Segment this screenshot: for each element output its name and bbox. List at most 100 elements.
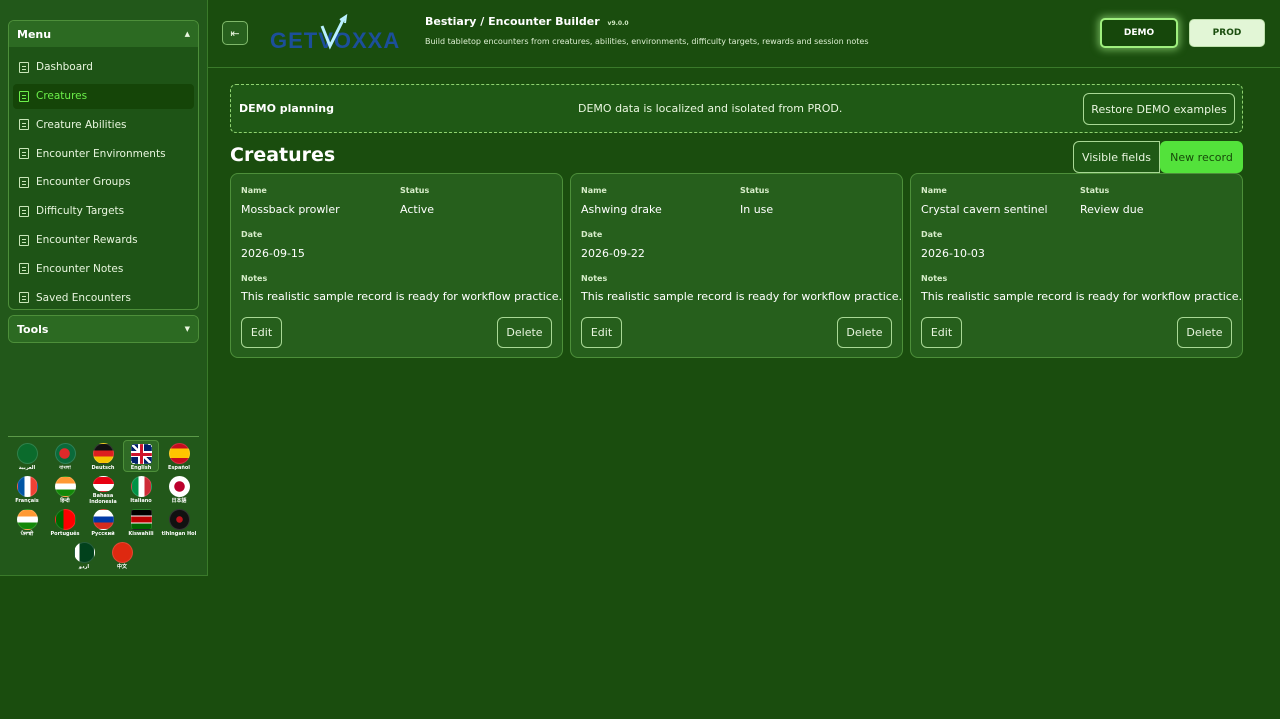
date-label: Date — [921, 230, 943, 239]
name-label: Name — [581, 186, 607, 195]
sidebar-item-label: Encounter Groups — [36, 176, 131, 189]
record-name: Crystal cavern sentinel — [921, 203, 1048, 216]
language-italian[interactable]: Italiano — [123, 473, 159, 505]
record-name: Mossback prowler — [241, 203, 340, 216]
document-icon — [19, 90, 29, 102]
record-date: 2026-10-03 — [921, 247, 985, 260]
record-date: 2026-09-22 — [581, 247, 645, 260]
notes-label: Notes — [581, 274, 608, 283]
demo-notice-banner: DEMO planning DEMO data is localized and… — [230, 84, 1243, 133]
collapse-sidebar-button[interactable]: ⇤ — [222, 21, 248, 45]
version-badge: v9.0.0 — [607, 20, 629, 27]
document-icon — [19, 61, 29, 73]
record-card: Name Status Ashwing drake In use Date 20… — [570, 173, 903, 358]
sidebar-item-dashboard[interactable]: Dashboard — [13, 55, 194, 80]
tools-panel-header[interactable]: Tools ▼ — [9, 316, 198, 342]
date-label: Date — [581, 230, 603, 239]
language-french[interactable]: Français — [9, 473, 45, 505]
new-record-button[interactable]: New record — [1160, 141, 1243, 173]
china-flag-icon — [111, 542, 133, 563]
kenya-flag-icon — [130, 509, 152, 530]
sidebar-item-encounter-environments[interactable]: Encounter Environments — [13, 141, 194, 166]
page-title: Creatures — [230, 144, 336, 166]
app-title-text: Bestiary / Encounter Builder — [425, 15, 600, 28]
document-icon — [19, 176, 29, 188]
name-label: Name — [921, 186, 947, 195]
language-klingon[interactable]: tlhIngan Hol — [161, 506, 197, 538]
edit-button[interactable]: Edit — [921, 317, 962, 348]
sidebar-item-label: Dashboard — [36, 61, 93, 74]
getvoxxa-logo: GETVOXXA — [270, 14, 400, 53]
sidebar-item-difficulty-targets[interactable]: Difficulty Targets — [13, 199, 194, 224]
chevron-up-icon: ▲ — [184, 30, 190, 38]
record-notes: This realistic sample record is ready fo… — [581, 290, 903, 303]
sidebar-item-encounter-rewards[interactable]: Encounter Rewards — [13, 228, 194, 253]
language-hindi[interactable]: हिन्दी — [47, 473, 83, 505]
language-indonesian[interactable]: Bahasa Indonesia — [85, 473, 121, 505]
document-icon — [19, 148, 29, 160]
logo-text: GETVOXXA — [270, 28, 400, 53]
language-urdu[interactable]: اردو — [66, 539, 102, 571]
edit-button[interactable]: Edit — [241, 317, 282, 348]
russia-flag-icon — [92, 509, 114, 530]
language-german[interactable]: Deutsch — [85, 440, 121, 472]
language-bengali[interactable]: বাংলা — [47, 440, 83, 472]
language-chinese[interactable]: 中文 — [104, 539, 140, 571]
language-russian[interactable]: Русский — [85, 506, 121, 538]
demo-env-button[interactable]: DEMO — [1100, 18, 1178, 48]
italy-flag-icon — [130, 476, 152, 497]
document-icon — [19, 292, 29, 304]
germany-flag-icon — [92, 443, 114, 464]
sidebar: Menu ▲ Dashboard Creatures Creature Abil… — [0, 0, 208, 576]
document-icon — [19, 234, 29, 246]
record-status: In use — [740, 203, 774, 216]
pakistan-flag-icon — [73, 542, 95, 563]
language-english[interactable]: English — [123, 440, 159, 472]
language-punjabi[interactable]: ਪੰਜਾਬੀ — [9, 506, 45, 538]
visible-fields-button[interactable]: Visible fields — [1073, 141, 1160, 173]
spain-flag-icon — [168, 443, 190, 464]
sidebar-item-encounter-groups[interactable]: Encounter Groups — [13, 170, 194, 195]
sidebar-item-encounter-notes[interactable]: Encounter Notes — [13, 256, 194, 281]
language-portuguese[interactable]: Português — [47, 506, 83, 538]
record-notes: This realistic sample record is ready fo… — [921, 290, 1243, 303]
sidebar-item-label: Saved Encounters — [36, 291, 131, 304]
record-date: 2026-09-15 — [241, 247, 305, 260]
sidebar-item-label: Difficulty Targets — [36, 205, 125, 218]
language-swahili[interactable]: Kiswahili — [123, 506, 159, 538]
notice-text: DEMO data is localized and isolated from… — [578, 102, 843, 115]
klingon-emblem-icon — [168, 509, 190, 530]
date-label: Date — [241, 230, 263, 239]
menu-panel-header[interactable]: Menu ▲ — [9, 21, 198, 47]
document-icon — [19, 263, 29, 275]
sidebar-item-saved-encounters[interactable]: Saved Encounters — [13, 285, 194, 309]
menu-title: Menu — [17, 27, 52, 41]
delete-button[interactable]: Delete — [497, 317, 552, 348]
language-spanish[interactable]: Español — [161, 440, 197, 472]
sidebar-item-label: Encounter Rewards — [36, 234, 138, 247]
name-label: Name — [241, 186, 267, 195]
delete-button[interactable]: Delete — [1177, 317, 1232, 348]
record-status: Active — [400, 203, 435, 216]
document-icon — [19, 119, 29, 131]
record-card: Name Status Crystal cavern sentinel Revi… — [910, 173, 1243, 358]
menu-panel: Menu ▲ Dashboard Creatures Creature Abil… — [8, 20, 199, 310]
sidebar-item-creature-abilities[interactable]: Creature Abilities — [13, 112, 194, 137]
status-label: Status — [1080, 186, 1110, 195]
restore-demo-button[interactable]: Restore DEMO examples — [1083, 93, 1235, 125]
app-subtitle: Build tabletop encounters from creatures… — [425, 37, 869, 46]
sidebar-item-creatures[interactable]: Creatures — [13, 83, 194, 109]
prod-env-button[interactable]: PROD — [1189, 19, 1265, 47]
portugal-flag-icon — [54, 509, 76, 530]
language-arabic[interactable]: العربية — [9, 440, 45, 472]
edit-button[interactable]: Edit — [581, 317, 622, 348]
language-japanese[interactable]: 日本語 — [161, 473, 197, 505]
chevron-down-icon: ▼ — [184, 325, 190, 333]
bangladesh-flag-icon — [54, 443, 76, 464]
india-flag-icon — [16, 509, 38, 530]
saudi-flag-icon — [16, 443, 38, 464]
delete-button[interactable]: Delete — [837, 317, 892, 348]
divider — [8, 436, 199, 437]
status-label: Status — [740, 186, 770, 195]
notes-label: Notes — [241, 274, 268, 283]
